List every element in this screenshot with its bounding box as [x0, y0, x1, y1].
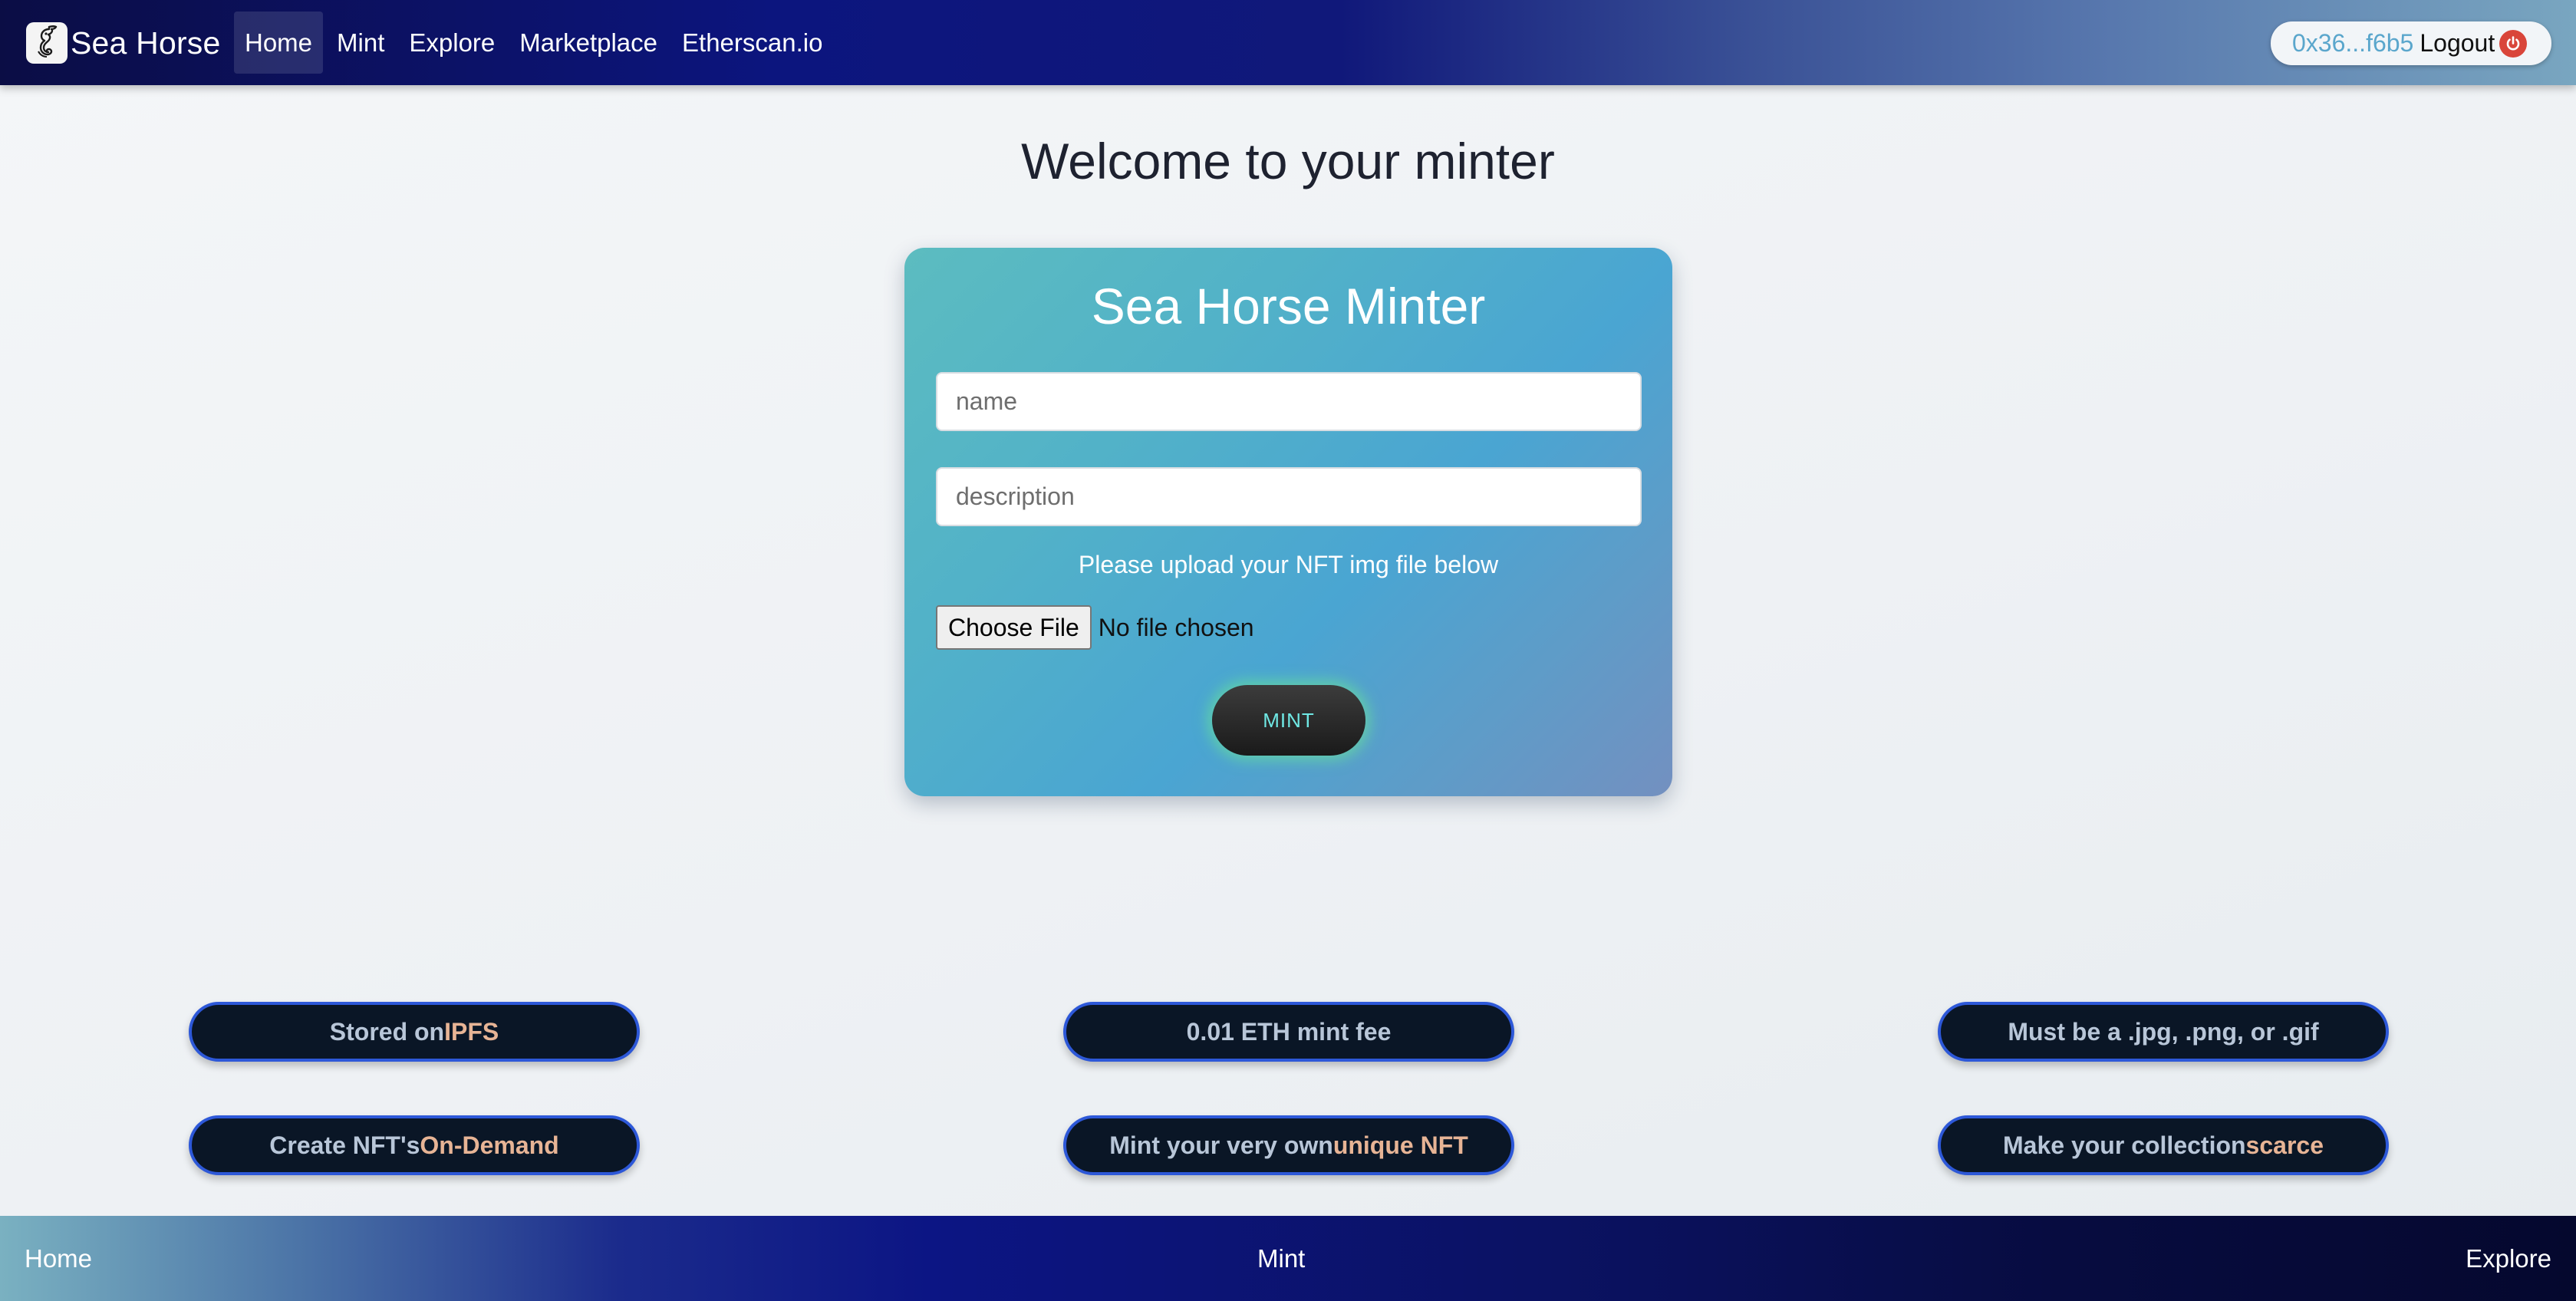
footer-link-home[interactable]: Home — [25, 1216, 92, 1301]
page-title: Welcome to your minter — [1021, 133, 1555, 189]
feature-text: Mint your very own — [1109, 1131, 1333, 1159]
feature-pill-unique-nft: Mint your very own unique NFT — [1063, 1115, 1514, 1175]
minter-card: Sea Horse Minter Please upload your NFT … — [904, 248, 1672, 796]
minter-title: Sea Horse Minter — [1091, 278, 1486, 334]
footer-nav: Home Mint Explore — [0, 1216, 2576, 1301]
top-navbar: Sea Horse Home Mint Explore Marketplace … — [0, 0, 2576, 85]
account-logout-button[interactable]: 0x36...f6b5 Logout — [2271, 21, 2551, 65]
feature-pill-scarce: Make your collection scarce — [1938, 1115, 2389, 1175]
feature-highlight: unique NFT — [1332, 1131, 1468, 1159]
mint-button[interactable]: MINT — [1212, 685, 1365, 756]
description-input[interactable] — [936, 467, 1642, 526]
feature-pill-on-demand: Create NFT's On-Demand — [189, 1115, 640, 1175]
logout-label: Logout — [2420, 29, 2495, 57]
name-input[interactable] — [936, 372, 1642, 431]
brand[interactable]: Sea Horse — [26, 20, 221, 66]
feature-pill-ipfs: Stored on IPFS — [189, 1002, 640, 1062]
feature-text: Create NFT's — [269, 1131, 420, 1159]
feature-pill-mint-fee: 0.01 ETH mint fee — [1063, 1002, 1514, 1062]
feature-highlight: IPFS — [444, 1017, 499, 1046]
upload-hint: Please upload your NFT img file below — [1078, 551, 1499, 578]
nav-item-explore[interactable]: Explore — [398, 12, 506, 74]
feature-text: Must be a .jpg, .png, or .gif — [2008, 1017, 2319, 1046]
nav-item-marketplace[interactable]: Marketplace — [509, 12, 668, 74]
choose-file-button[interactable]: Choose File — [936, 605, 1092, 650]
feature-pill-file-types: Must be a .jpg, .png, or .gif — [1938, 1002, 2389, 1062]
main-nav: Home Mint Explore Marketplace Etherscan.… — [234, 12, 836, 74]
feature-text: Make your collection — [2003, 1131, 2246, 1159]
file-picker: Choose File No file chosen — [936, 605, 1254, 650]
seahorse-icon — [26, 22, 68, 64]
nav-item-etherscan[interactable]: Etherscan.io — [671, 12, 833, 74]
power-icon — [2499, 29, 2528, 58]
brand-name: Sea Horse — [71, 25, 221, 61]
feature-highlight: On-Demand — [420, 1131, 559, 1159]
file-status: No file chosen — [1098, 613, 1254, 641]
nav-item-mint[interactable]: Mint — [326, 12, 395, 74]
feature-text: 0.01 ETH mint fee — [1186, 1017, 1392, 1046]
feature-text: Stored on — [329, 1017, 445, 1046]
feature-highlight: scarce — [2245, 1131, 2324, 1159]
footer-link-mint[interactable]: Mint — [1257, 1216, 1305, 1301]
nav-item-home[interactable]: Home — [234, 12, 324, 74]
footer-link-explore[interactable]: Explore — [2466, 1216, 2551, 1301]
wallet-address: 0x36...f6b5 — [2292, 29, 2414, 57]
